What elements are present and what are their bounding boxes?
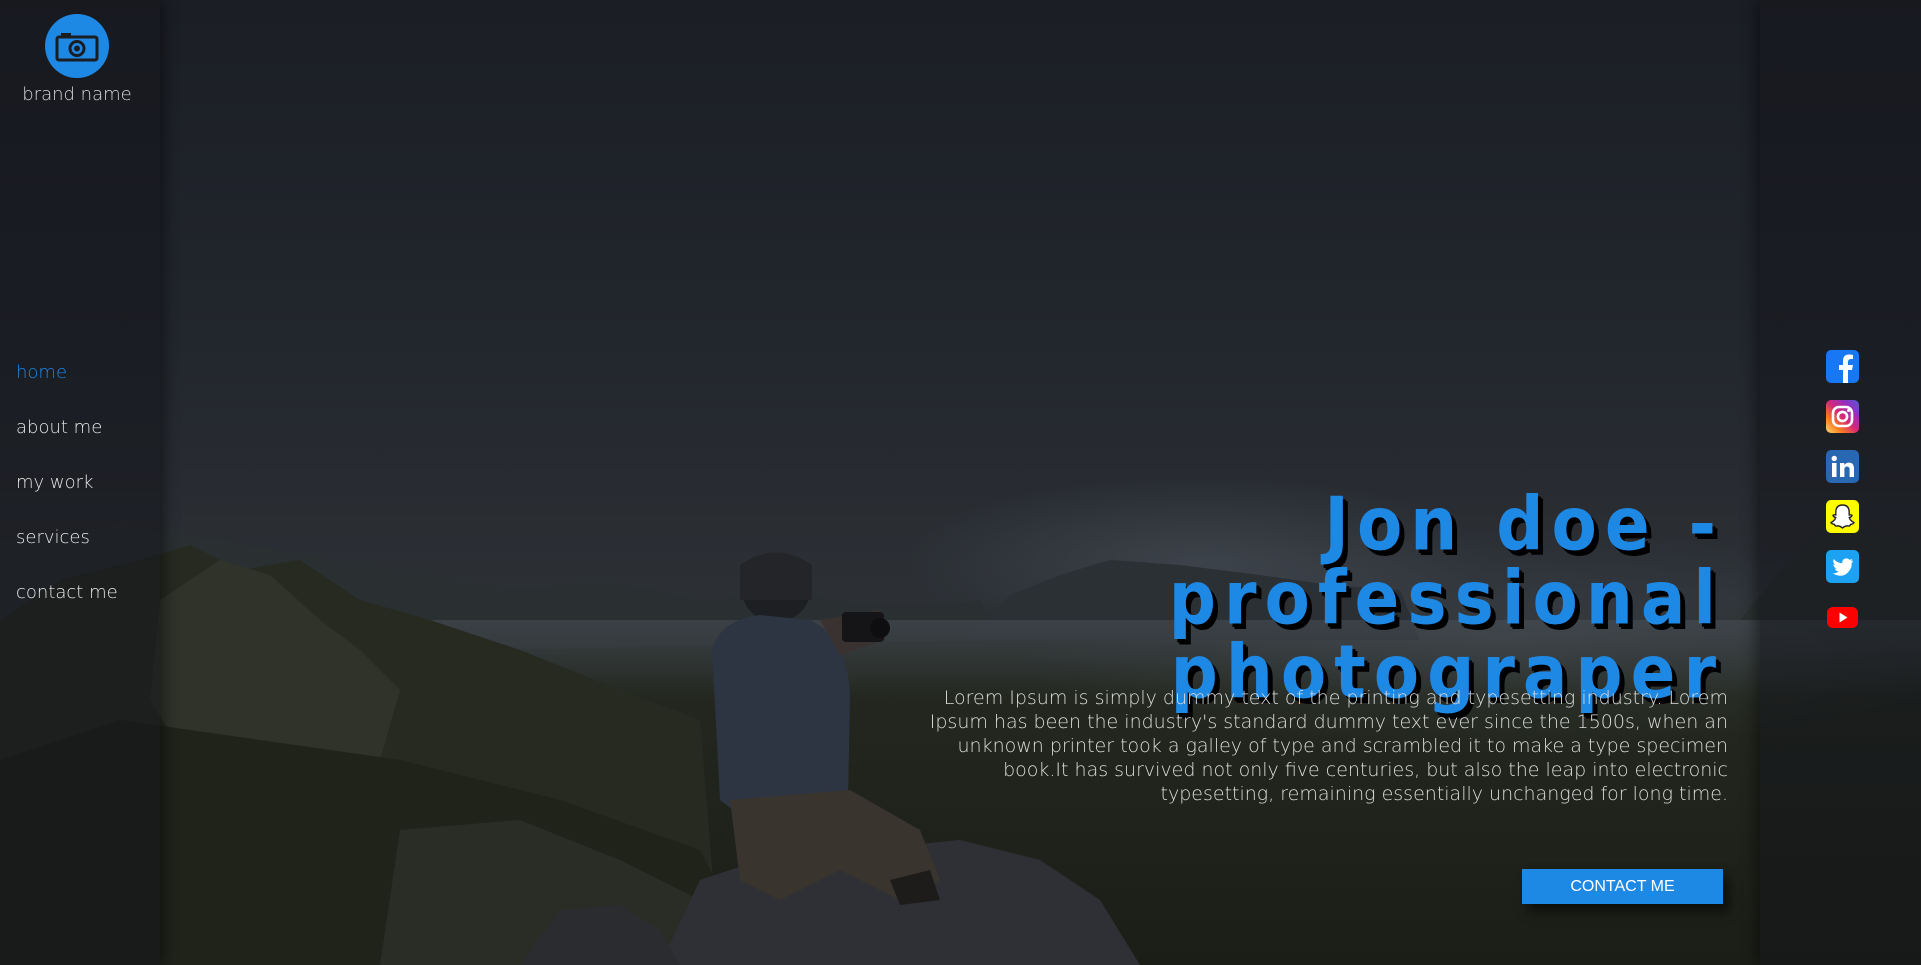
nav-item-about-me[interactable]: about me [16, 417, 118, 472]
nav-item-my-work[interactable]: my work [16, 472, 118, 527]
hero-title-line-1: Jon doe - professional [1168, 481, 1724, 642]
youtube-icon[interactable] [1826, 600, 1859, 633]
linkedin-icon[interactable] [1826, 450, 1859, 483]
social-links [1826, 350, 1859, 650]
brand-name[interactable]: brand name [0, 84, 154, 105]
nav-item-home[interactable]: home [16, 362, 118, 417]
nav-link-services[interactable]: services [16, 527, 90, 548]
main-nav: home about me my work services contact m… [16, 362, 118, 637]
camera-icon[interactable] [45, 14, 109, 78]
social-item-facebook[interactable] [1826, 350, 1859, 383]
social-item-twitter[interactable] [1826, 550, 1859, 583]
contact-me-button[interactable]: CONTACT ME [1522, 869, 1723, 904]
snapchat-icon[interactable] [1826, 500, 1859, 533]
nav-item-services[interactable]: services [16, 527, 118, 582]
hero-title: Jon doe - professional photograper [824, 481, 1724, 710]
page: brand name home about me my work service… [0, 0, 1921, 965]
social-item-youtube[interactable] [1826, 600, 1859, 633]
nav-link-about-me[interactable]: about me [16, 417, 102, 438]
brand[interactable]: brand name [0, 14, 154, 105]
nav-item-contact-me[interactable]: contact me [16, 582, 118, 637]
social-item-snapchat[interactable] [1826, 500, 1859, 533]
nav-link-my-work[interactable]: my work [16, 472, 93, 493]
twitter-icon[interactable] [1826, 550, 1859, 583]
facebook-icon[interactable] [1826, 350, 1859, 383]
nav-link-home[interactable]: home [16, 362, 67, 383]
hero-paragraph: Lorem Ipsum is simply dummy text of the … [929, 687, 1728, 805]
social-item-instagram[interactable] [1826, 400, 1859, 433]
instagram-icon[interactable] [1826, 400, 1859, 433]
nav-link-contact-me[interactable]: contact me [16, 582, 118, 603]
social-item-linkedin[interactable] [1826, 450, 1859, 483]
